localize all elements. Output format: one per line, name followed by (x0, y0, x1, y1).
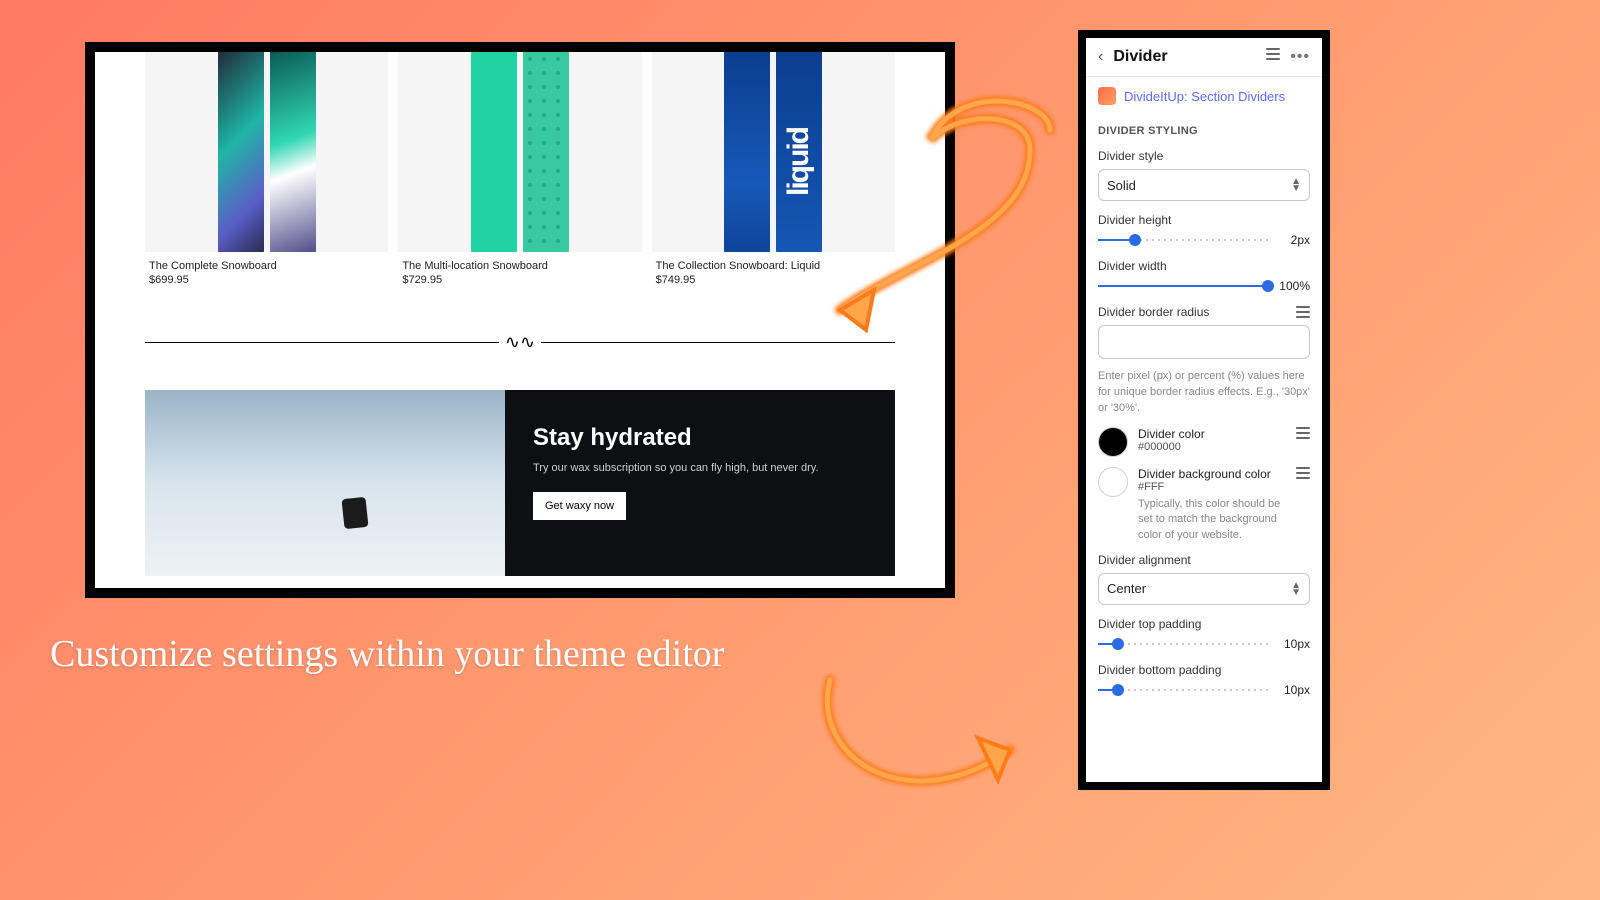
select-alignment[interactable]: Center ▲▼ (1098, 573, 1310, 605)
product-image (398, 52, 641, 252)
section-heading: DIVIDER STYLING (1086, 115, 1322, 141)
product-price: $749.95 (652, 272, 895, 288)
slider-top-padding[interactable] (1098, 638, 1268, 650)
slider-bottom-padding[interactable] (1098, 684, 1268, 696)
field-alignment: Divider alignment Center ▲▼ (1086, 545, 1322, 609)
theme-editor-panel: ‹ Divider ••• DivideItUp: Section Divide… (1078, 30, 1330, 790)
panel-header: ‹ Divider ••• (1086, 38, 1322, 77)
divider-line (145, 342, 499, 343)
slider-thumb[interactable] (1129, 234, 1141, 246)
field-divider-width: Divider width 100% (1086, 251, 1322, 297)
label-bg-color: Divider background color (1138, 467, 1286, 481)
product-card[interactable]: The Multi-location Snowboard $729.95 (398, 52, 641, 288)
product-row: The Complete Snowboard $699.95 The Multi… (95, 52, 945, 288)
snowboard-graphic: liquid (776, 52, 822, 252)
product-card[interactable]: The Complete Snowboard $699.95 (145, 52, 388, 288)
field-bottom-padding: Divider bottom padding 10px (1086, 655, 1322, 701)
color-swatch[interactable] (1098, 427, 1128, 457)
snowboard-graphic (270, 52, 316, 252)
divider-ornament-icon: ∿∿ (499, 332, 541, 353)
label-alignment: Divider alignment (1098, 553, 1310, 567)
help-bg-color: Typically, this color should be set to m… (1138, 497, 1286, 543)
product-price: $729.95 (398, 272, 641, 288)
back-chevron-icon[interactable]: ‹ (1098, 48, 1103, 66)
hero-text: Stay hydrated Try our wax subscription s… (505, 390, 895, 576)
select-value: Center (1107, 581, 1146, 596)
label-divider-style: Divider style (1098, 149, 1310, 163)
label-divider-color: Divider color (1138, 427, 1286, 441)
field-divider-style: Divider style Solid ▲▼ (1086, 141, 1322, 205)
panel-title: Divider (1113, 48, 1256, 66)
snowboard-graphic (471, 52, 517, 252)
slider-thumb[interactable] (1262, 280, 1274, 292)
hex-divider-color: #000000 (1138, 441, 1286, 453)
layers-icon[interactable] (1296, 467, 1310, 479)
layers-icon[interactable] (1266, 48, 1280, 60)
store-preview-frame: The Complete Snowboard $699.95 The Multi… (85, 42, 955, 598)
label-divider-height: Divider height (1098, 213, 1310, 227)
layers-icon[interactable] (1296, 427, 1310, 439)
slider-divider-width[interactable] (1098, 280, 1268, 292)
field-border-radius: Divider border radius (1086, 297, 1322, 363)
product-title: The Complete Snowboard (145, 252, 388, 272)
marketing-caption: Customize settings within your theme edi… (50, 632, 724, 676)
hero-cta-button[interactable]: Get waxy now (533, 492, 626, 520)
label-top-padding: Divider top padding (1098, 617, 1310, 631)
product-card[interactable]: liquid The Collection Snowboard: Liquid … (652, 52, 895, 288)
section-divider: ∿∿ (145, 332, 895, 352)
product-image: liquid (652, 52, 895, 252)
field-bg-color[interactable]: Divider background color #FFF Typically,… (1086, 459, 1322, 545)
hero-banner: Stay hydrated Try our wax subscription s… (145, 390, 895, 576)
color-swatch[interactable] (1098, 467, 1128, 497)
field-divider-color[interactable]: Divider color #000000 (1086, 419, 1322, 459)
product-title: The Multi-location Snowboard (398, 252, 641, 272)
hero-title: Stay hydrated (533, 424, 867, 452)
chevron-updown-icon: ▲▼ (1291, 582, 1301, 596)
product-title: The Collection Snowboard: Liquid (652, 252, 895, 272)
snowboard-graphic (523, 52, 569, 252)
arrow-annotation (790, 620, 1070, 840)
store-preview: The Complete Snowboard $699.95 The Multi… (95, 52, 945, 588)
value-divider-height: 2px (1276, 233, 1310, 247)
product-price: $699.95 (145, 272, 388, 288)
app-name: DivideItUp: Section Dividers (1124, 89, 1285, 104)
label-border-radius: Divider border radius (1098, 305, 1209, 319)
skier-graphic (341, 497, 368, 529)
slider-thumb[interactable] (1112, 638, 1124, 650)
snowboard-graphic (724, 52, 770, 252)
layers-icon[interactable] (1296, 306, 1310, 318)
help-border-radius: Enter pixel (px) or percent (%) values h… (1086, 363, 1322, 419)
chevron-updown-icon: ▲▼ (1291, 178, 1301, 192)
select-divider-style[interactable]: Solid ▲▼ (1098, 169, 1310, 201)
value-bottom-padding: 10px (1276, 683, 1310, 697)
field-divider-height: Divider height 2px (1086, 205, 1322, 251)
app-source-link[interactable]: DivideItUp: Section Dividers (1086, 77, 1322, 115)
app-icon (1098, 87, 1116, 105)
snowboard-graphic (218, 52, 264, 252)
slider-thumb[interactable] (1112, 684, 1124, 696)
value-top-padding: 10px (1276, 637, 1310, 651)
more-icon[interactable]: ••• (1290, 48, 1310, 66)
divider-line (541, 342, 895, 343)
value-divider-width: 100% (1276, 279, 1310, 293)
input-border-radius[interactable] (1098, 325, 1310, 359)
hero-subtitle: Try our wax subscription so you can fly … (533, 462, 867, 474)
field-top-padding: Divider top padding 10px (1086, 609, 1322, 655)
hero-image (145, 390, 505, 576)
slider-divider-height[interactable] (1098, 234, 1268, 246)
hex-bg-color: #FFF (1138, 481, 1286, 493)
select-value: Solid (1107, 178, 1136, 193)
label-bottom-padding: Divider bottom padding (1098, 663, 1310, 677)
product-image (145, 52, 388, 252)
label-divider-width: Divider width (1098, 259, 1310, 273)
